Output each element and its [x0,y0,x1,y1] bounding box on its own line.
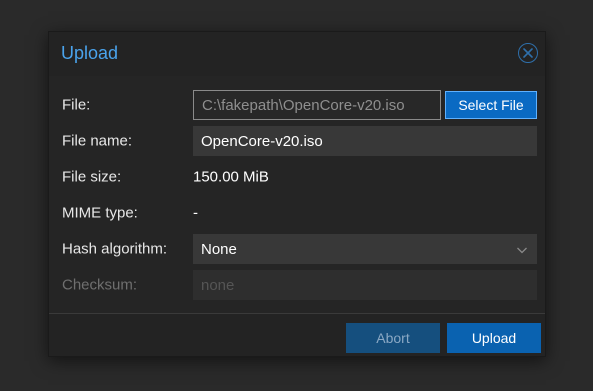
dialog-title: Upload [61,43,119,63]
upload-button[interactable]: Upload [447,323,541,353]
mime-type-row: MIME type: - [49,198,545,228]
mime-type-value: - [193,204,198,222]
checksum-row: Checksum: none [49,270,545,300]
file-size-label: File size: [62,168,122,186]
upload-dialog: Upload File: C:\fakepath\OpenCore-v20.is… [48,31,546,357]
close-icon[interactable] [518,43,538,63]
file-path-field[interactable]: C:\fakepath\OpenCore-v20.iso [193,90,441,120]
dialog-footer: Abort Upload [49,314,545,358]
select-file-button[interactable]: Select File [445,91,537,119]
file-name-label: File name: [62,132,133,150]
abort-button[interactable]: Abort [346,323,440,353]
hash-algorithm-select[interactable]: None [193,234,537,264]
checksum-label: Checksum: [62,276,138,294]
file-size-row: File size: 150.00 MiB [49,162,545,192]
checksum-input: none [193,270,537,300]
hash-algorithm-row: Hash algorithm: None [49,234,545,264]
dialog-body: File: C:\fakepath\OpenCore-v20.iso Selec… [49,76,545,314]
hash-algorithm-selected: None [201,240,237,258]
file-label: File: [62,96,91,114]
dialog-titlebar: Upload [49,32,545,76]
file-name-input[interactable]: OpenCore-v20.iso [193,126,537,156]
file-name-row: File name: OpenCore-v20.iso [49,126,545,156]
file-size-value: 150.00 MiB [193,168,269,186]
mime-type-label: MIME type: [62,204,138,222]
chevron-down-icon [516,243,528,260]
hash-algorithm-label: Hash algorithm: [62,240,168,258]
file-row: File: C:\fakepath\OpenCore-v20.iso Selec… [49,90,545,120]
